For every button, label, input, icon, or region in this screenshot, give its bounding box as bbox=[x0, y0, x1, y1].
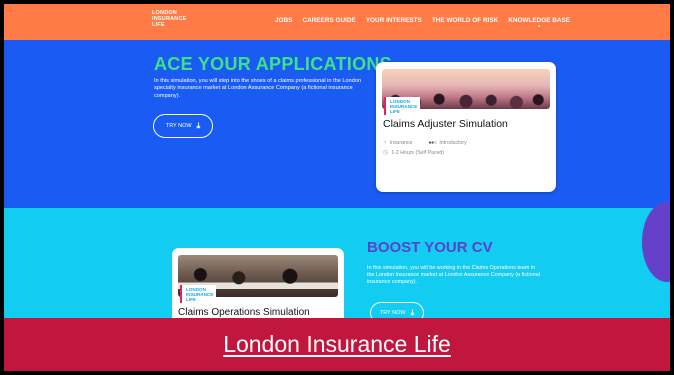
section-description: In this simulation, you will be working … bbox=[367, 265, 540, 286]
card-title: Claims Adjuster Simulation bbox=[383, 118, 508, 130]
badge-line: LIFE bbox=[390, 109, 400, 114]
simulation-card-claims-adjuster[interactable]: LONDON INSURANCE LIFE Claims Adjuster Si… bbox=[376, 62, 556, 192]
card-badge: LONDON INSURANCE LIFE bbox=[384, 97, 421, 115]
section-title: BOOST YOUR CV bbox=[367, 239, 493, 256]
card-meta-duration: ◷ 1-2 Hours (Self Paced) bbox=[383, 149, 445, 157]
nav-careers-guide[interactable]: CAREERS GUIDE bbox=[302, 17, 355, 24]
logo-line: LIFE bbox=[152, 22, 165, 28]
card-duration: 1-2 Hours (Self Paced) bbox=[391, 149, 445, 156]
card-title: Claims Operations Simulation bbox=[178, 307, 310, 318]
page-frame: LONDON INSURANCE LIFE JOBS CAREERS GUIDE… bbox=[4, 4, 670, 371]
try-now-button[interactable]: TRY NOW ⤓ bbox=[153, 114, 213, 138]
download-arrow-icon: ⤓ bbox=[196, 121, 201, 130]
nav-your-interests[interactable]: YOUR INTERESTS bbox=[366, 17, 422, 24]
section-description: In this simulation, you will step into t… bbox=[154, 78, 362, 99]
site-logo[interactable]: LONDON INSURANCE LIFE bbox=[152, 10, 187, 28]
caption-banner: London Insurance Life bbox=[4, 318, 670, 371]
download-arrow-icon: ⤓ bbox=[410, 308, 415, 317]
card-level: Introductory bbox=[439, 140, 467, 146]
button-label: TRY NOW bbox=[379, 310, 406, 316]
main-menu: JOBS CAREERS GUIDE YOUR INTERESTS THE WO… bbox=[275, 17, 570, 24]
category-icon: ◔ bbox=[383, 140, 387, 146]
section-title: ACE YOUR APPLICATIONS bbox=[154, 54, 392, 74]
top-nav: LONDON INSURANCE LIFE JOBS CAREERS GUIDE… bbox=[4, 4, 670, 40]
nav-world-of-risk[interactable]: THE WORLD OF RISK bbox=[432, 17, 498, 24]
badge-line: LIFE bbox=[186, 297, 196, 302]
button-label: TRY NOW bbox=[165, 123, 192, 129]
card-meta-category: ◔ Insurance ●●○ Introductory bbox=[383, 140, 467, 146]
card-category: Insurance bbox=[389, 140, 413, 146]
level-indicator-icon: ●●○ bbox=[428, 140, 437, 146]
section-ace-applications: ACE YOUR APPLICATIONS In this simulation… bbox=[4, 40, 670, 208]
clock-icon: ◷ bbox=[383, 150, 389, 156]
nav-jobs[interactable]: JOBS bbox=[275, 17, 292, 24]
decorative-circle bbox=[642, 202, 670, 282]
card-badge: LONDON INSURANCE LIFE bbox=[180, 285, 217, 303]
nav-knowledge-base[interactable]: KNOWLEDGE BASE bbox=[508, 17, 570, 24]
banner-link[interactable]: London Insurance Life bbox=[223, 331, 451, 358]
